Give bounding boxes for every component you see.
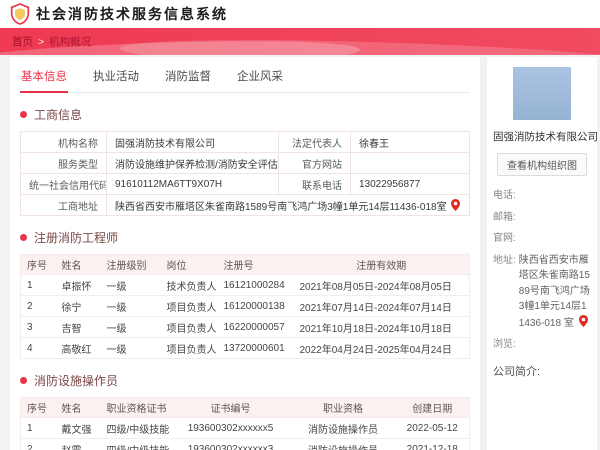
tab-basic-info[interactable]: 基本信息 — [20, 66, 68, 93]
company-image-placeholder — [513, 67, 571, 120]
table-header-row: 序号 姓名 职业资格证书 证书编号 职业资格 创建日期 — [20, 397, 470, 418]
section-facility-operators: 消防设施操作员 — [20, 372, 470, 389]
sidebar-field-phone: 电话: — [493, 190, 516, 201]
section-business-info: 工商信息 — [20, 106, 470, 123]
tab-practice-activity[interactable]: 执业活动 — [92, 66, 140, 92]
table-row: 4 高敬红 一级 项目负责人 13720000601 2022年04月24日-2… — [20, 337, 470, 359]
section-bullet-icon — [20, 377, 27, 384]
tab-fire-supervision[interactable]: 消防监督 — [164, 66, 212, 92]
business-address: 陕西省西安市雁塔区朱雀南路1589号南飞鸿广场3幢1单元14层11436-018… — [115, 201, 447, 213]
section-title-text: 工商信息 — [34, 108, 83, 122]
sidebar-field-views: 浏览: — [493, 339, 516, 350]
breadcrumb-bar: 首页 > 机构概况 — [0, 28, 600, 55]
table-row: 2 赵霞 四级/中级技能 193600302xxxxxx3 消防设施操作员 20… — [20, 438, 470, 450]
section-title-text: 注册消防工程师 — [34, 231, 119, 245]
sidebar-field-website: 官网: — [493, 233, 516, 244]
table-row: 3 吉智 一级 项目负责人 16220000057 2021年10月18日-20… — [20, 316, 470, 338]
section-fire-engineers: 注册消防工程师 — [20, 229, 470, 246]
table-header-row: 序号 姓名 注册级别 岗位 注册号 注册有效期 — [20, 254, 470, 275]
operators-table: 序号 姓名 职业资格证书 证书编号 职业资格 创建日期 1 戴文强 四级/中级技… — [20, 397, 470, 450]
breadcrumb-current: 机构概况 — [49, 36, 92, 48]
table-row: 服务类型 消防设施维护保养检测/消防安全评估 官方网站 — [20, 152, 470, 174]
breadcrumb-home-link[interactable]: 首页 — [12, 34, 33, 49]
section-bullet-icon — [20, 111, 27, 118]
section-bullet-icon — [20, 234, 27, 241]
detail-panel: 基本信息 执业活动 消防监督 企业风采 工商信息 机构名称 固强消防技术有限公司… — [10, 57, 480, 450]
sidebar-field-email: 邮箱: — [493, 211, 516, 223]
company-sidebar: 固强消防技术有限公司 查看机构组织图 电话: 邮箱: 官网: 地址: 陕西省西安… — [487, 57, 598, 450]
engineers-table: 序号 姓名 注册级别 岗位 注册号 注册有效期 1 卓振怀 一级 技术负责人 1… — [20, 254, 470, 359]
app-header: 社会消防技术服务信息系统 — [0, 0, 600, 28]
business-info-table: 机构名称 固强消防技术有限公司 法定代表人 徐春王 服务类型 消防设施维护保养检… — [20, 131, 470, 216]
company-name: 固强消防技术有限公司 — [493, 131, 598, 143]
table-row: 2 徐宁 一级 项目负责人 16120000138 2021年07月14日-20… — [20, 295, 470, 317]
tab-bar: 基本信息 执业活动 消防监督 企业风采 — [20, 57, 470, 93]
section-title-text: 消防设施操作员 — [34, 374, 119, 388]
company-intro-label: 公司简介: — [493, 365, 541, 378]
table-row: 1 卓振怀 一级 技术负责人 16121000284 2021年08月05日-2… — [20, 274, 470, 296]
table-row: 1 戴文强 四级/中级技能 193600302xxxxxx5 消防设施操作员 2… — [20, 417, 470, 439]
sidebar-field-address: 地址: 陕西省西安市雁塔区朱雀南路1589号南飞鸿广场3幢1单元14层11436… — [493, 254, 590, 329]
view-org-chart-button[interactable]: 查看机构组织图 — [497, 153, 587, 176]
app-title: 社会消防技术服务信息系统 — [36, 6, 228, 22]
breadcrumb-separator: > — [38, 35, 45, 48]
shield-logo-icon — [10, 3, 30, 25]
table-row: 统一社会信用代码 91610112MA6TT9X07H 联系电话 1302295… — [20, 173, 470, 195]
location-pin-icon[interactable] — [451, 198, 461, 211]
location-pin-icon[interactable] — [578, 314, 588, 327]
table-row: 工商地址 陕西省西安市雁塔区朱雀南路1589号南飞鸿广场3幢1单元14层1143… — [20, 194, 470, 216]
table-row: 机构名称 固强消防技术有限公司 法定代表人 徐春王 — [20, 131, 470, 153]
tab-company-showcase[interactable]: 企业风采 — [236, 66, 284, 92]
main-content: 基本信息 执业活动 消防监督 企业风采 工商信息 机构名称 固强消防技术有限公司… — [0, 55, 600, 450]
